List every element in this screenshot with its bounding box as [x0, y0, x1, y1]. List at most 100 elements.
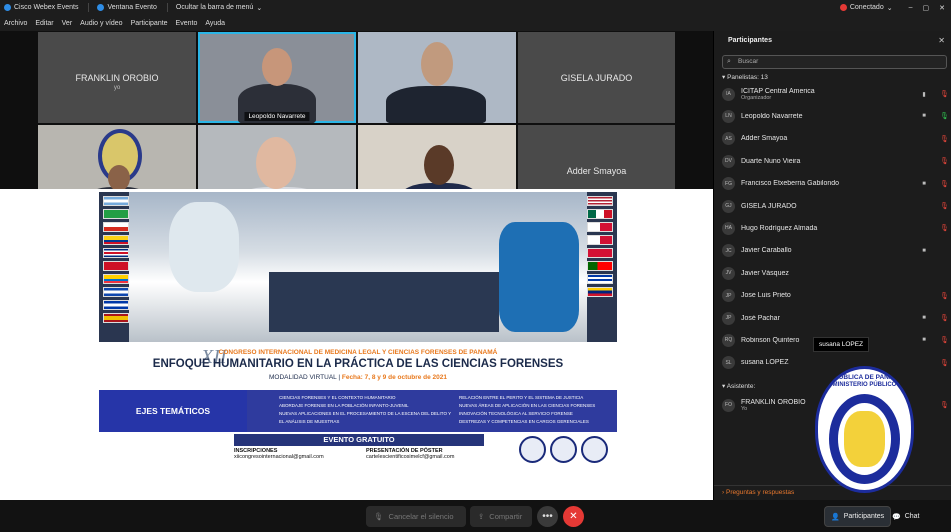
camera-icon: ■	[922, 337, 926, 344]
menu-evento[interactable]: Evento	[176, 20, 198, 27]
close-panel-icon[interactable]: ✕	[938, 36, 945, 45]
maximize-button[interactable]: ▢	[923, 4, 930, 12]
app-title: Cisco Webex Events	[4, 4, 78, 11]
menu-audio-video[interactable]: Audio y vídeo	[80, 20, 122, 27]
camera-icon: ■	[922, 113, 926, 120]
participant-row[interactable]: LN Leopoldo Navarrete ■ 🎙	[722, 106, 949, 126]
institute-seal: REPÚBLICA DE PANAMÁ MINISTERIO PÚBLICO	[815, 366, 914, 493]
mic-muted-icon[interactable]: 🎙	[940, 180, 949, 188]
attendees-header[interactable]: ▾ Asistente:	[722, 382, 755, 390]
participant-name: Jose Luis Prieto	[741, 292, 791, 300]
avatar: JV	[722, 266, 735, 280]
chat-toggle-button[interactable]: 💬 Chat	[886, 506, 926, 527]
video-tile-active-speaker[interactable]: Leopoldo Navarrete	[198, 32, 356, 123]
event-poster: XII CONGRESO INTERNACIONAL DE MEDICINA L…	[99, 192, 617, 432]
participant-row[interactable]: GJ GISELA JURADO 🎙	[722, 196, 949, 216]
avatar: RQ	[722, 333, 735, 347]
more-options-button[interactable]: •••	[537, 506, 558, 527]
logo-icon	[581, 436, 608, 463]
menu-editar[interactable]: Editar	[35, 20, 53, 27]
panelists-header[interactable]: ▾ Panelistas: 13	[722, 73, 768, 81]
themes-band: EJES TEMÁTICOS CIENCIAS FORENSES Y EL CO…	[99, 390, 617, 432]
participant-row[interactable]: JP José Pachar ■ 🎙	[722, 308, 949, 328]
title-bar: Cisco Webex Events Ventana Evento Oculta…	[0, 0, 951, 15]
camera-icon: ■	[922, 315, 926, 321]
shared-content: XII CONGRESO INTERNACIONAL DE MEDICINA L…	[0, 189, 713, 500]
participant-name: Javier Caraballo	[741, 247, 792, 255]
avatar: FG	[722, 177, 735, 191]
avatar: AS	[722, 132, 735, 146]
video-tile[interactable]: GISELA JURADO	[518, 32, 675, 123]
chevron-down-icon: ⌄	[256, 4, 263, 12]
participant-name: Leopoldo Navarrete	[741, 112, 803, 120]
participant-name: GISELA JURADO	[741, 202, 797, 210]
mic-icon: 🎙	[374, 512, 384, 521]
camera-icon: ■	[922, 180, 926, 187]
menu-ayuda[interactable]: Ayuda	[205, 20, 225, 27]
participant-name: ICITAP Central America	[741, 87, 815, 95]
mic-muted-icon[interactable]: 🎙	[940, 135, 949, 143]
mic-muted-icon[interactable]: 🎙	[940, 336, 949, 344]
search-icon: ⌕	[727, 58, 731, 65]
tooltip: susana LOPEZ	[813, 337, 870, 352]
qa-panel-header[interactable]: › Preguntas y respuestas	[714, 485, 951, 499]
meeting-controls: 🎙 Cancelar el silencio ⇪ Compartir ••• ✕…	[0, 500, 951, 532]
end-call-button[interactable]: ✕	[563, 506, 584, 527]
chat-icon: 💬	[892, 513, 901, 521]
participant-row[interactable]: JC Javier Caraballo ■	[722, 241, 948, 261]
connection-status[interactable]: Conectado ⌄	[839, 4, 893, 12]
signal-icon: ▮	[922, 91, 926, 98]
participant-row[interactable]: JV Javier Vásquez	[722, 263, 948, 283]
mic-muted-icon[interactable]: 🎙	[940, 292, 949, 300]
hide-menu-bar-button[interactable]: Ocultar la barra de menú ⌄	[176, 4, 262, 12]
participant-row[interactable]: SL susana LOPEZ 🎙	[722, 353, 949, 373]
webex-logo-icon	[97, 4, 105, 11]
participant-row[interactable]: FG Francisco Etxeberria Gabilondo ■ 🎙	[722, 174, 949, 194]
participant-name: susana LOPEZ	[741, 359, 789, 367]
participant-row[interactable]: IA ICITAP Central America Organizador ▮ 🎙	[722, 84, 949, 104]
mic-muted-icon[interactable]: 🎙	[940, 314, 949, 322]
participant-name: FRANKLIN OROBIO	[741, 398, 806, 406]
avatar: JP	[722, 311, 735, 325]
free-event-banner: EVENTO GRATUITO	[234, 434, 484, 446]
poster-photo	[129, 192, 587, 342]
minimize-button[interactable]: –	[909, 4, 913, 11]
participant-row[interactable]: DV Duarte Nuno Vieira 🎙	[722, 151, 949, 171]
mic-muted-icon[interactable]: 🎙	[940, 359, 949, 367]
flags-left	[103, 196, 129, 323]
mic-muted-icon[interactable]: 🎙	[940, 401, 949, 409]
avatar: GJ	[722, 199, 735, 213]
unmute-button[interactable]: 🎙 Cancelar el silencio	[366, 506, 466, 527]
logo-icon	[519, 436, 546, 463]
mic-muted-icon[interactable]: 🎙	[940, 157, 949, 165]
participant-search[interactable]: ⌕ Buscar	[722, 55, 947, 69]
record-icon	[839, 4, 847, 11]
participant-role: Organizador	[741, 94, 772, 101]
close-button[interactable]: ✕	[939, 4, 945, 12]
participant-name: José Pachar	[741, 314, 780, 322]
menu-ver[interactable]: Ver	[62, 20, 73, 27]
menu-bar: Archivo Editar Ver Audio y vídeo Partici…	[0, 15, 951, 31]
webex-logo-icon	[4, 4, 11, 11]
menu-archivo[interactable]: Archivo	[4, 20, 27, 27]
avatar: HA	[722, 221, 735, 235]
participant-name: Adder Smayoa	[741, 135, 788, 143]
avatar: FO	[722, 398, 735, 412]
mic-icon[interactable]: 🎙	[940, 112, 949, 120]
mic-muted-icon[interactable]: 🎙	[940, 224, 949, 232]
video-tile[interactable]	[358, 32, 516, 123]
window-menu[interactable]: Ventana Evento	[97, 4, 157, 11]
participants-toggle-button[interactable]: 👤 Participantes	[824, 506, 892, 527]
mic-muted-icon[interactable]: 🎙	[940, 202, 949, 210]
participant-row[interactable]: HA Hugo Rodríguez Almada 🎙	[722, 218, 949, 238]
sponsor-logos	[519, 436, 608, 463]
video-tile[interactable]: FRANKLIN OROBIO yo	[38, 32, 196, 123]
menu-participante[interactable]: Participante	[131, 20, 168, 27]
participant-row[interactable]: JP Jose Luis Prieto 🎙	[722, 286, 949, 306]
mic-muted-icon[interactable]: 🎙	[940, 90, 949, 98]
participant-name: Francisco Etxeberria Gabilondo	[741, 180, 840, 188]
avatar: DV	[722, 154, 735, 168]
participant-row[interactable]: AS Adder Smayoa 🎙	[722, 129, 949, 149]
registration-info: INSCRIPCIONES xiicongresointernacional@gm…	[234, 448, 455, 460]
share-button[interactable]: ⇪ Compartir	[470, 506, 532, 527]
